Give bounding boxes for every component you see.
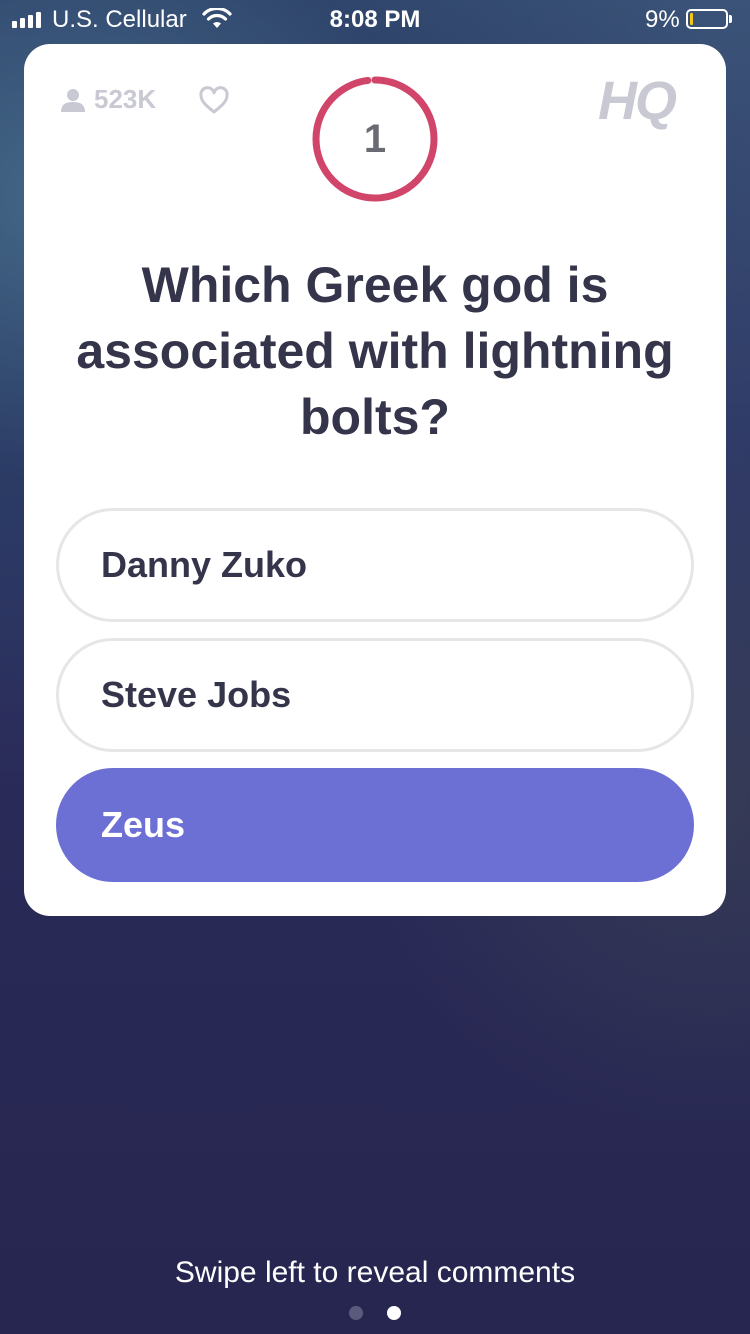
- hq-logo: HQ: [598, 71, 677, 131]
- question-card: 523K HQ 1 Which Greek god is associated …: [24, 44, 726, 916]
- status-bar: U.S. Cellular 8:08 PM 9%: [0, 0, 750, 40]
- battery-tip: [729, 15, 732, 23]
- page-dot-1[interactable]: [349, 1306, 363, 1320]
- answer-option-2[interactable]: Steve Jobs: [56, 638, 694, 752]
- status-time: 8:08 PM: [329, 6, 421, 33]
- viewer-count-label: 523K: [94, 84, 157, 114]
- swipe-hint: Swipe left to reveal comments: [174, 1256, 576, 1289]
- answer-option-3-selected[interactable]: Zeus: [56, 768, 694, 882]
- answer-option-1[interactable]: Danny Zuko: [56, 508, 694, 622]
- battery-icon: [686, 9, 728, 29]
- battery-level-fill: [690, 13, 693, 25]
- page-indicator[interactable]: [0, 1306, 750, 1320]
- battery-percentage: 9%: [645, 6, 680, 33]
- question-text: Which Greek god is associated with light…: [76, 257, 674, 445]
- person-icon: [61, 88, 85, 112]
- viewer-count: 523K: [60, 84, 156, 115]
- page-dot-2[interactable]: [387, 1306, 401, 1320]
- countdown-number: 1: [363, 117, 387, 161]
- heart-icon[interactable]: [198, 86, 230, 114]
